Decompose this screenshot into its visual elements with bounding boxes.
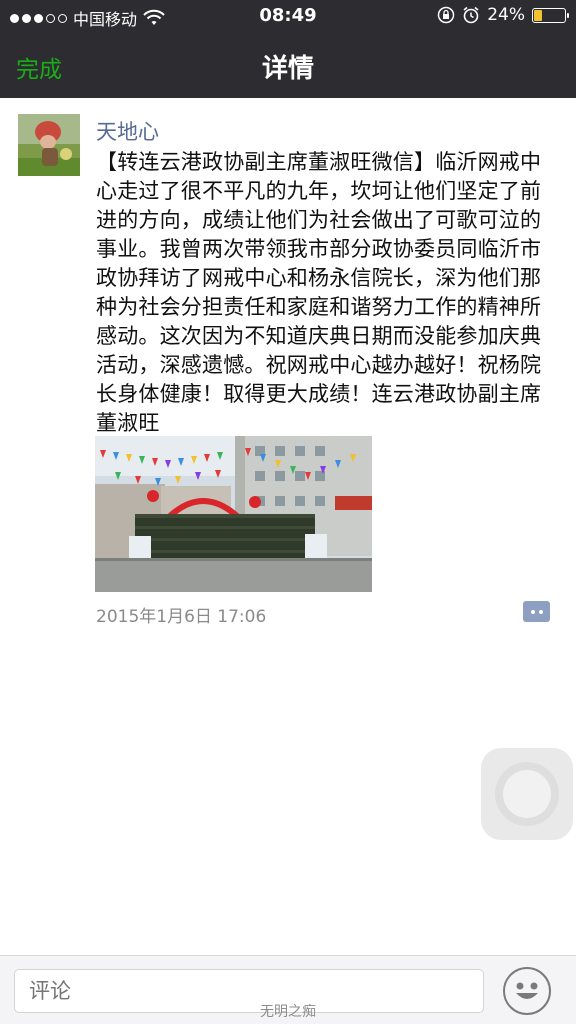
page-title: 详情 — [261, 54, 314, 84]
rotation-lock-icon — [437, 6, 455, 24]
post-photo[interactable] — [95, 436, 372, 592]
navigation-bar: 完成 详情 — [0, 32, 576, 98]
moments-detail-screen: 中国移动 08:49 24% 完成 详情 天地心 【转连云港政协副主席董淑旺微信… — [0, 0, 576, 1024]
post-timestamp: 2015年1月6日 17:06 — [96, 607, 267, 627]
comment-icon[interactable] — [523, 601, 550, 622]
status-bar: 中国移动 08:49 24% — [0, 0, 576, 32]
battery-level — [534, 9, 542, 21]
status-right: 24% — [437, 5, 569, 25]
avatar[interactable] — [18, 114, 80, 176]
post-text: 【转连云港政协副主席董淑旺微信】临沂网戒中心走过了很不平凡的九年，坎坷让他们坚定… — [96, 150, 542, 435]
assistive-touch-button[interactable] — [481, 748, 573, 840]
author-name[interactable]: 天地心 — [96, 116, 159, 146]
battery-icon — [532, 7, 569, 23]
battery-percent: 24% — [487, 5, 525, 25]
watermark: 无明之痴 — [260, 1004, 316, 1020]
alarm-icon — [463, 6, 479, 24]
